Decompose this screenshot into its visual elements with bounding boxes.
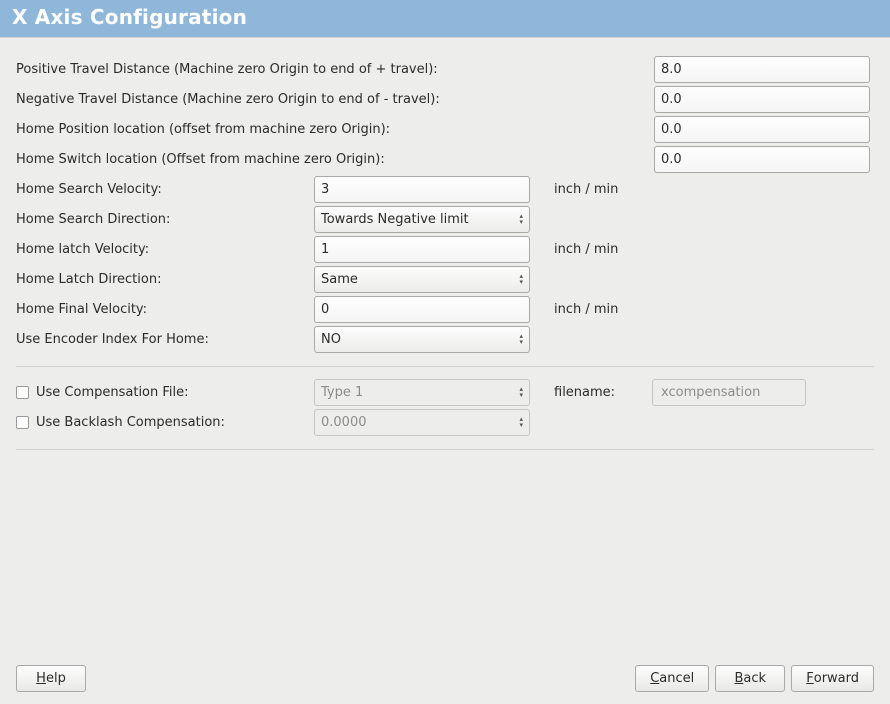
input-filename-placeholder: xcompensation (661, 385, 760, 400)
cancel-button-mnemonic: C (650, 671, 659, 686)
label-home-position: Home Position location (offset from mach… (16, 122, 654, 137)
chevron-updown-icon: ▴▾ (519, 273, 523, 285)
input-home-switch[interactable] (654, 146, 870, 173)
cancel-button-rest: ancel (659, 671, 694, 686)
back-button-rest: ack (743, 671, 766, 686)
chevron-updown-icon: ▴▾ (519, 213, 523, 225)
select-compensation-type: Type 1 ▴▾ (314, 379, 530, 406)
select-home-search-direction[interactable]: Towards Negative limit ▴▾ (314, 206, 530, 233)
select-home-latch-direction-value: Same (321, 272, 358, 287)
cancel-button[interactable]: Cancel (635, 665, 709, 692)
chevron-updown-icon: ▴▾ (519, 386, 523, 398)
select-home-latch-direction[interactable]: Same ▴▾ (314, 266, 530, 293)
label-negative-travel: Negative Travel Distance (Machine zero O… (16, 92, 654, 107)
label-use-compensation-file: Use Compensation File: (36, 385, 314, 400)
divider (16, 366, 874, 367)
input-positive-travel[interactable] (654, 56, 870, 83)
spin-backlash-value: 0.0000 ▴▾ (314, 409, 530, 436)
spin-backlash-value-text: 0.0000 (321, 415, 367, 430)
label-home-search-velocity: Home Search Velocity: (16, 182, 314, 197)
input-home-latch-velocity[interactable] (314, 236, 530, 263)
checkbox-use-backlash-compensation[interactable] (16, 416, 29, 429)
forward-button-mnemonic: F (806, 671, 813, 686)
select-compensation-type-value: Type 1 (321, 385, 363, 400)
input-home-final-velocity[interactable] (314, 296, 530, 323)
help-button-mnemonic: H (36, 671, 46, 686)
unit-home-final-velocity: inch / min (530, 302, 618, 317)
back-button-mnemonic: B (734, 671, 743, 686)
label-home-switch: Home Switch location (Offset from machin… (16, 152, 654, 167)
help-button[interactable]: Help (16, 665, 86, 692)
label-use-encoder-index: Use Encoder Index For Home: (16, 332, 314, 347)
button-bar: Help Cancel Back Forward (16, 665, 874, 692)
label-home-search-direction: Home Search Direction: (16, 212, 314, 227)
label-positive-travel: Positive Travel Distance (Machine zero O… (16, 62, 654, 77)
label-home-latch-velocity: Home latch Velocity: (16, 242, 314, 257)
forward-button-rest: orward (814, 671, 859, 686)
input-filename: xcompensation (652, 379, 806, 406)
unit-home-latch-velocity: inch / min (530, 242, 618, 257)
checkbox-use-compensation-file[interactable] (16, 386, 29, 399)
help-button-rest: elp (46, 671, 66, 686)
input-home-search-velocity[interactable] (314, 176, 530, 203)
label-home-final-velocity: Home Final Velocity: (16, 302, 314, 317)
divider (16, 449, 874, 450)
forward-button[interactable]: Forward (791, 665, 874, 692)
label-use-backlash-compensation: Use Backlash Compensation: (36, 415, 314, 430)
spinner-arrows-icon: ▴▾ (519, 416, 523, 428)
label-filename: filename: (530, 385, 652, 400)
form-content: Positive Travel Distance (Machine zero O… (0, 38, 890, 450)
page-title: X Axis Configuration (0, 0, 890, 38)
input-negative-travel[interactable] (654, 86, 870, 113)
input-home-position[interactable] (654, 116, 870, 143)
select-home-search-direction-value: Towards Negative limit (321, 212, 469, 227)
label-home-latch-direction: Home Latch Direction: (16, 272, 314, 287)
back-button[interactable]: Back (715, 665, 785, 692)
select-use-encoder-index[interactable]: NO ▴▾ (314, 326, 530, 353)
select-use-encoder-index-value: NO (321, 332, 341, 347)
unit-home-search-velocity: inch / min (530, 182, 618, 197)
chevron-updown-icon: ▴▾ (519, 333, 523, 345)
